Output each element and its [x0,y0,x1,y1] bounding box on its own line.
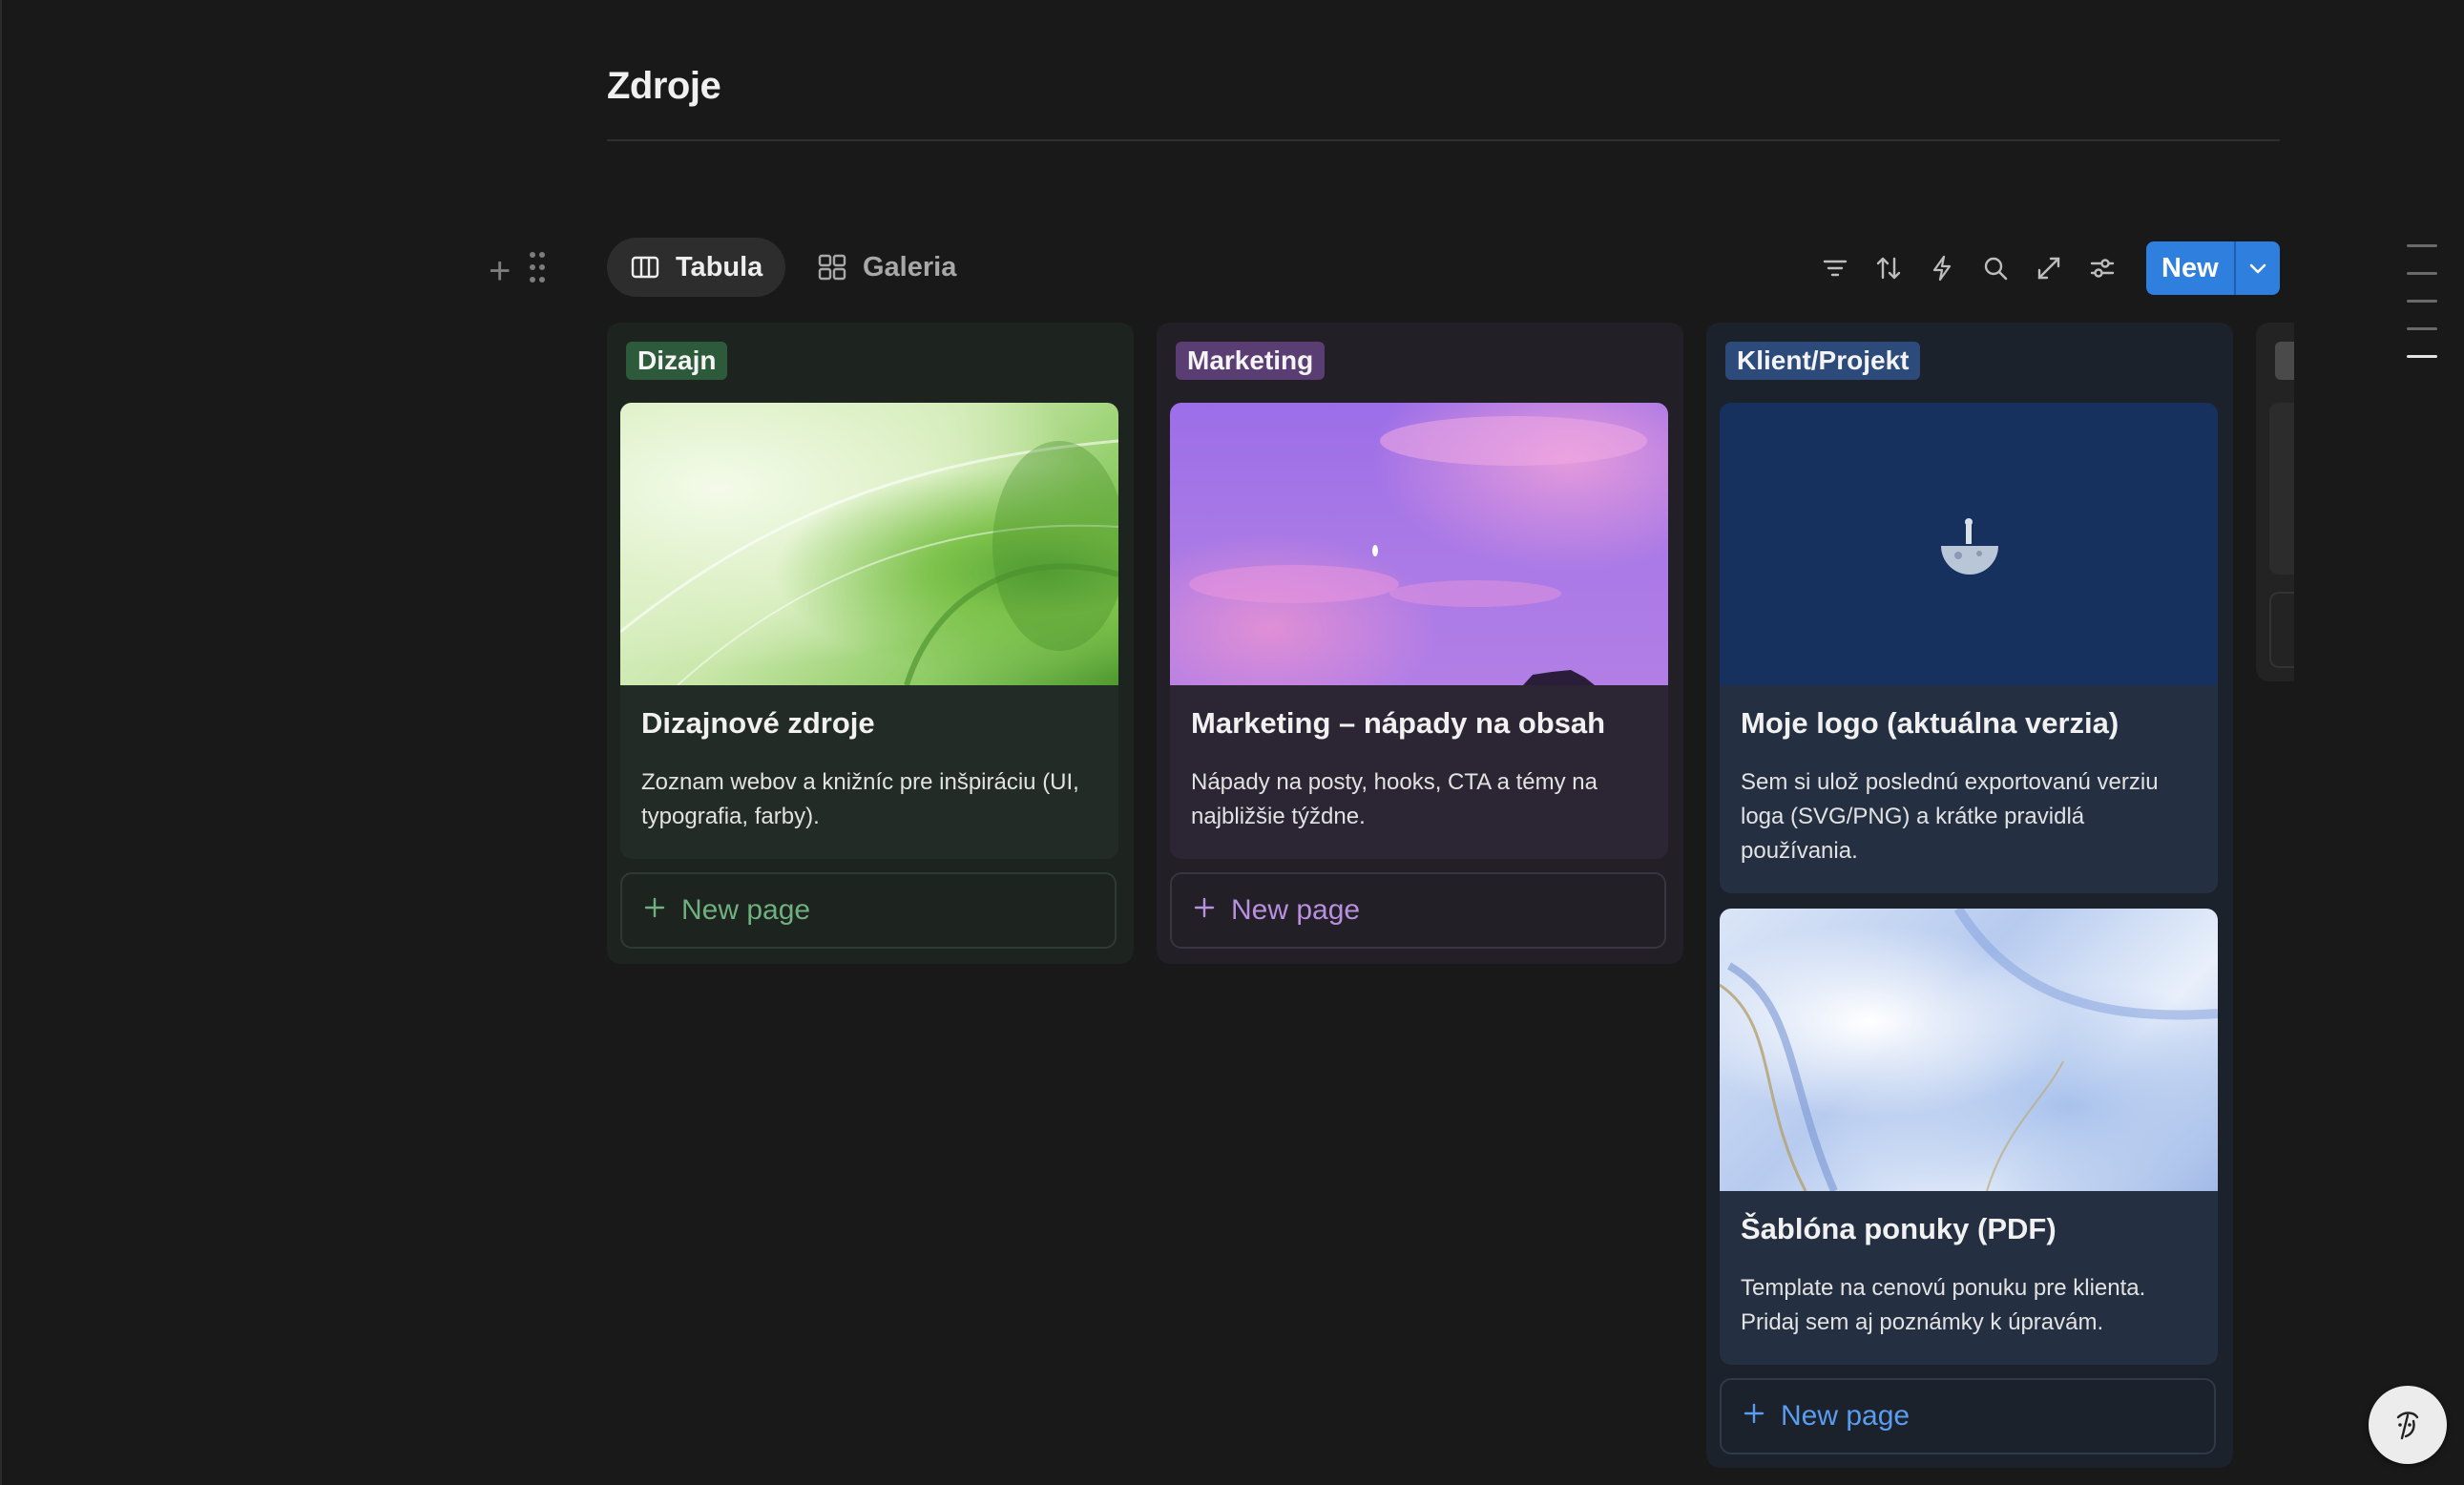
new-page-button[interactable]: New page [1170,872,1666,949]
outline-line[interactable] [2407,272,2437,275]
outline-line[interactable] [2407,300,2437,303]
card-description: Zoznam webov a knižníc pre inšpiráciu (U… [641,769,1079,829]
board-icon [631,256,659,279]
new-page-button[interactable]: New page [1720,1378,2216,1454]
title-divider [607,139,2280,141]
plus-icon [1743,1400,1765,1433]
plus-icon [1193,894,1216,927]
settings-icon[interactable] [2084,241,2120,296]
card-cover-image [1170,403,1668,685]
window-edge [0,0,2,1485]
column-label[interactable]: Dizajn [626,342,728,380]
chevron-down-icon [2249,263,2266,274]
plus-icon [643,894,666,927]
expand-icon[interactable] [2031,241,2067,296]
add-block-icon[interactable]: + [489,252,511,290]
card-title: Marketing – nápady na obsah [1191,706,1606,740]
card-description: Sem si ulož poslednú exportovanú verziu … [1741,769,2159,864]
board-column-klient-projekt: Klient/Projekt Moje logo (aktuálna verzi… [1706,323,2233,1468]
automation-icon[interactable] [1924,241,1960,296]
card-title: Moje logo (aktuálna verzia) [1741,706,2119,740]
tab-tabula[interactable]: Tabula [607,238,786,297]
tab-galeria[interactable]: Galeria [794,238,979,297]
card-title: Dizajnové zdroje [641,706,875,740]
new-page-label: New page [1231,894,1361,926]
new-dropdown-button[interactable] [2233,241,2280,295]
card-description: Template na cenovú ponuku pre klienta. P… [1741,1275,2146,1335]
new-button[interactable]: New [2146,241,2234,295]
card-cover-image [1720,403,2218,685]
block-handle[interactable]: + [489,250,547,291]
board-card[interactable]: Šablóna ponuky (PDF) Template na cenovú … [1720,909,2218,1365]
card-description: Nápady na posty, hooks, CTA a témy na na… [1191,769,1597,829]
drag-handle-icon[interactable] [528,250,547,291]
new-page-label: New page [1781,1400,1911,1432]
new-button-group: New [2146,241,2280,295]
card-cover-image [1720,909,2218,1191]
board-column-dizajn: Dizajn Dizajnové zdroje Zoznam webov a k… [607,323,1134,964]
help-icon [2396,1412,2419,1440]
column-label[interactable]: Marketing [1176,342,1326,380]
board-card[interactable]: Moje logo (aktuálna verzia) Sem si ulož … [1720,403,2218,893]
search-icon[interactable] [1977,241,2014,296]
tab-label: Tabula [676,251,763,282]
outline-line-active[interactable] [2407,355,2437,358]
column-label[interactable]: Klient/Projekt [1725,342,1921,380]
outline-line[interactable] [2407,244,2437,247]
board-card[interactable]: Marketing – nápady na obsah Nápady na po… [1170,403,1668,859]
new-page-button[interactable]: New page [620,872,1117,949]
card-title: Šablóna ponuky (PDF) [1741,1212,2057,1245]
view-toolbar [1817,241,2120,296]
gallery-icon [818,254,846,281]
filter-icon[interactable] [1817,241,1853,296]
new-page-label: New page [681,894,811,926]
board-card-clipped[interactable] [2269,403,2294,575]
sort-icon[interactable] [1870,241,1907,296]
tab-label: Galeria [863,251,957,282]
new-page-button-clipped[interactable] [2269,592,2294,668]
help-button[interactable] [2369,1386,2447,1464]
column-label-clipped[interactable] [2275,342,2294,380]
page-title: Zdroje [607,65,721,107]
outline-line[interactable] [2407,327,2437,330]
board-column-partial [2256,323,2294,681]
card-cover-image [620,403,1118,685]
board-card[interactable]: Dizajnové zdroje Zoznam webov a knižníc … [620,403,1118,859]
page-outline[interactable] [2407,244,2437,383]
board-column-marketing: Marketing Marketing – nápady na obsah Ná… [1157,323,1683,964]
